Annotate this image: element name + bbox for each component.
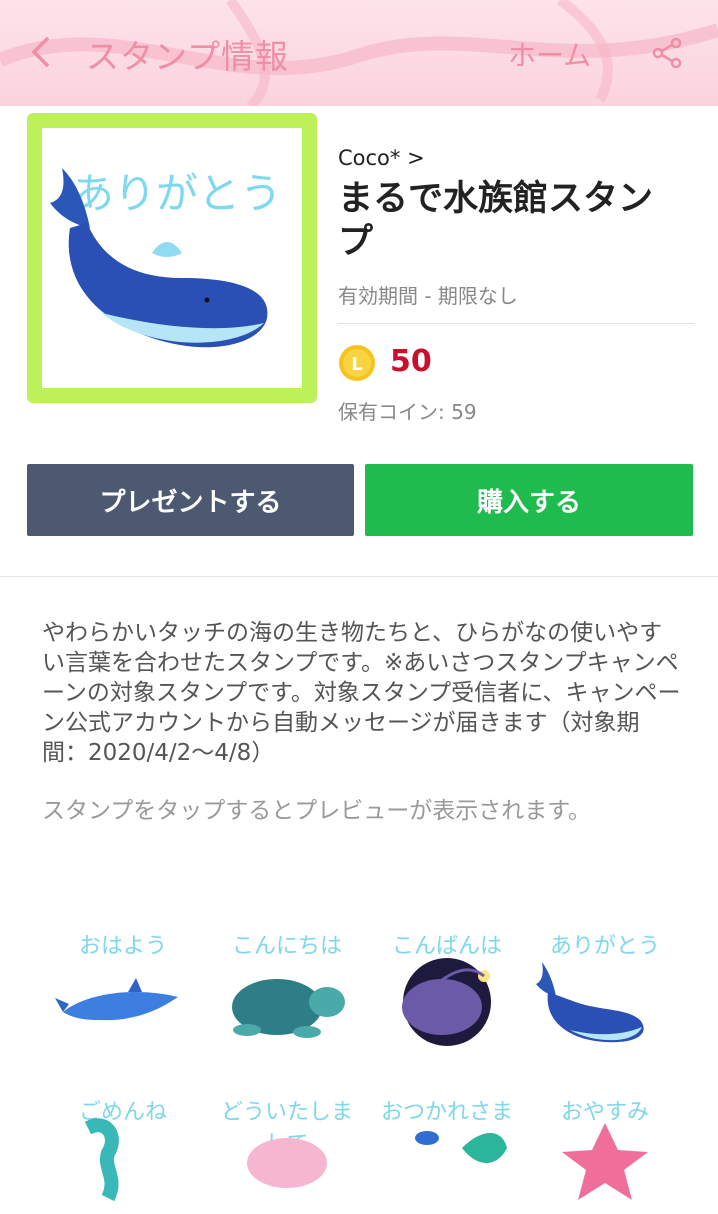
buy-button[interactable]: 購入する [365,464,693,536]
whale-icon: ありがとう [50,168,282,348]
starfish-icon [562,1123,648,1200]
description-text: やわらかいタッチの海の生き物たちと、ひらがなの使いやすい言葉を合わせたスタンプで… [42,620,681,766]
whale-icon [536,962,644,1043]
sticker-item[interactable]: おはよう [48,928,198,1048]
sticker-item[interactable]: おつかれさま [372,1094,522,1214]
back-arrow-icon[interactable] [26,34,56,70]
sticker-thumbnail: ありがとう [42,128,302,388]
axolotl-icon [247,1138,327,1188]
sticker-item[interactable]: こんばんは [372,928,522,1048]
price: 50 [390,344,432,379]
preview-hint: スタンプをタップするとプレビューが表示されます。 [42,798,592,824]
product-title: まるで水族館スタンプ [338,179,654,262]
sticker-item[interactable]: ごめんね [48,1094,198,1214]
sticker-item[interactable]: ありがとう [530,928,680,1048]
page-title: スタンプ情報 [86,37,290,76]
home-link[interactable]: ホーム [508,34,591,74]
owned-coins: 保有コイン: 59 [338,400,477,424]
sticker-item[interactable]: どういたしまして [212,1094,362,1214]
validity-text: 有効期間 - 期限なし [338,284,518,308]
sticker-thumbnail-frame: ありがとう [27,113,317,403]
gift-button[interactable]: プレゼントする [27,464,354,536]
dolphin-icon [55,978,178,1021]
line-coin-icon: L [339,345,375,381]
share-icon[interactable] [650,36,684,70]
thumbnail-text: ありがとう [72,169,282,218]
sticker-item[interactable]: こんにちは [212,928,362,1048]
section-divider [0,576,718,577]
fish-icon [415,1131,507,1163]
svg-text:L: L [351,354,362,375]
sticker-item[interactable]: おやすみ [530,1094,680,1214]
header-bar: スタンプ情報 ホーム [0,0,718,106]
turtle-icon [232,979,345,1038]
author-link[interactable]: Coco* > [338,146,425,170]
divider [338,323,694,324]
anglerfish-icon [402,958,491,1046]
seahorse-icon [84,1118,119,1202]
